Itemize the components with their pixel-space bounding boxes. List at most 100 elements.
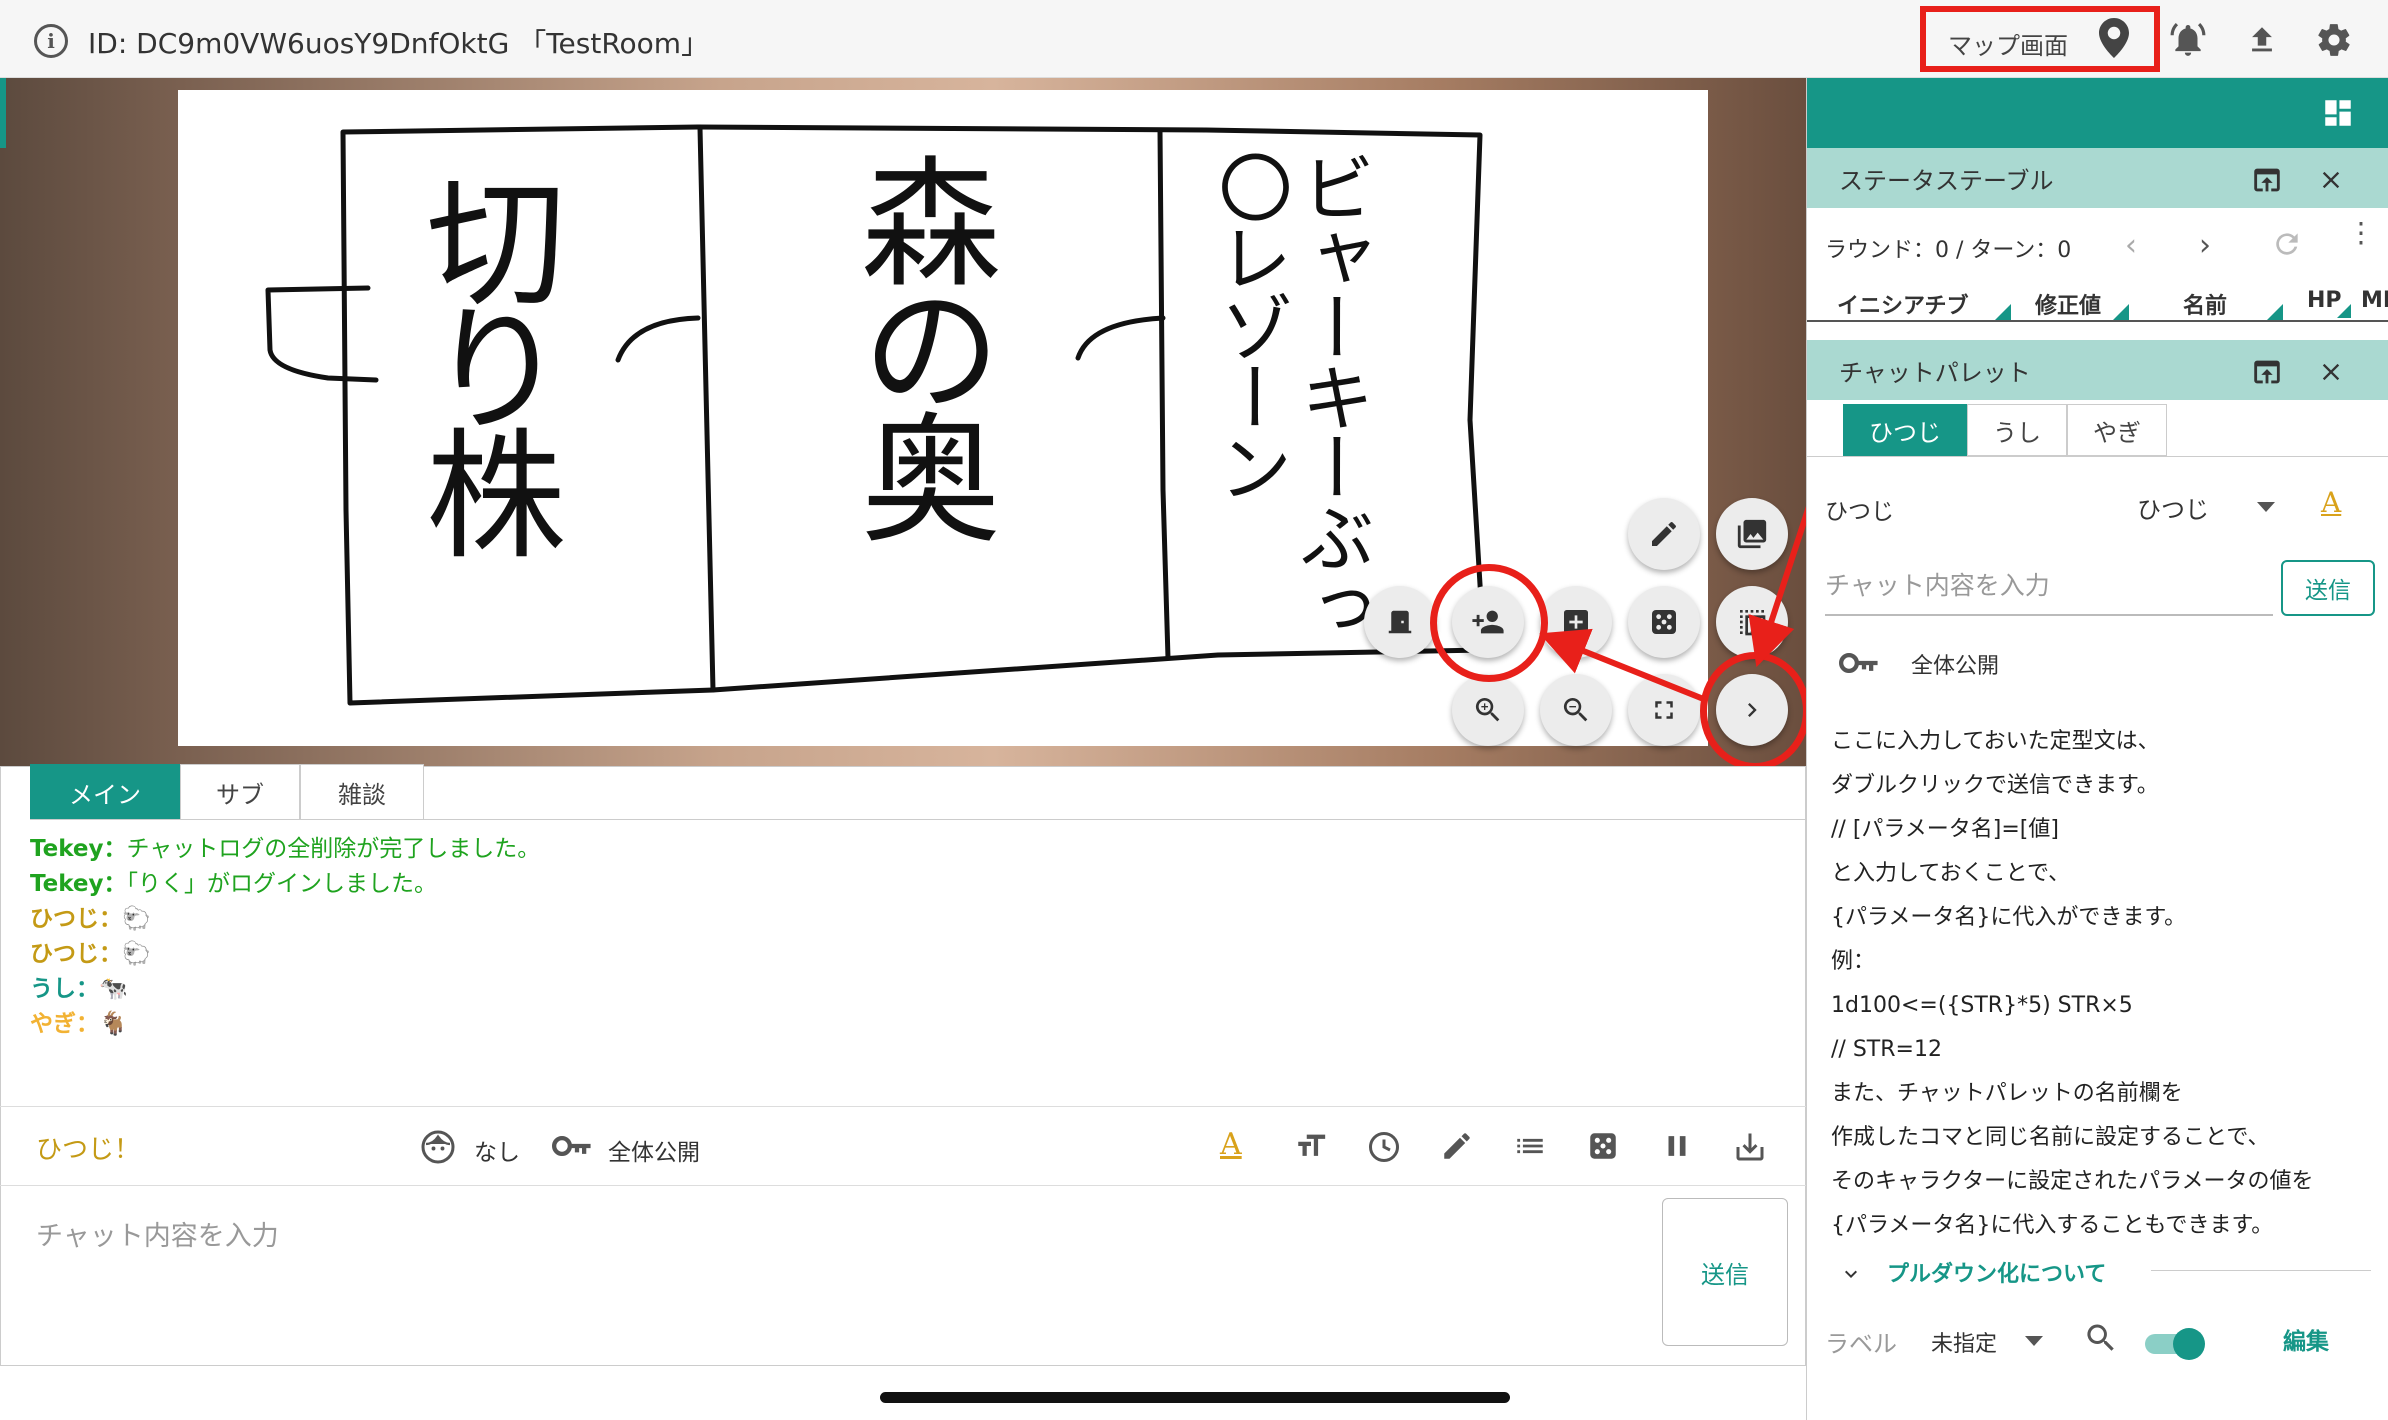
face-icon[interactable] bbox=[420, 1129, 456, 1165]
popout-icon[interactable] bbox=[2247, 160, 2287, 200]
chevron-down-icon[interactable] bbox=[2257, 502, 2275, 512]
palette-line[interactable]: と入力しておくことで、 bbox=[1831, 852, 2388, 896]
map-section-label: 切り株 bbox=[402, 170, 565, 548]
speaker-name[interactable]: ひつじ！ bbox=[36, 1129, 140, 1166]
dice-icon[interactable] bbox=[1628, 586, 1700, 658]
label-select[interactable]: 未指定 bbox=[1931, 1326, 1997, 1358]
send-button[interactable]: 送信 bbox=[1662, 1198, 1788, 1346]
popout-icon[interactable] bbox=[2247, 352, 2287, 392]
key-icon[interactable] bbox=[552, 1133, 592, 1159]
message-separator: ： bbox=[99, 941, 122, 967]
map-pin-icon bbox=[2092, 16, 2136, 60]
palette-line[interactable]: 作成したコマと同じ名前に設定することで、 bbox=[1831, 1116, 2388, 1160]
download-icon[interactable] bbox=[1732, 1129, 1768, 1165]
pencil-icon[interactable] bbox=[1440, 1129, 1474, 1163]
palette-line[interactable]: {パラメータ名}に代入することもできます。 bbox=[1831, 1204, 2388, 1248]
message-sender: Tekey bbox=[30, 836, 104, 862]
column-header[interactable]: 修正値 bbox=[2035, 288, 2101, 320]
palette-line[interactable]: // STR=12 bbox=[1831, 1028, 2388, 1072]
palette-tab-cow[interactable]: うし bbox=[1967, 404, 2067, 456]
list-icon[interactable] bbox=[1512, 1129, 1548, 1163]
palette-tabs: ひつじ うし やぎ bbox=[1843, 404, 2167, 456]
palette-name-select[interactable]: ひつじ bbox=[2137, 490, 2209, 525]
chevron-down-icon[interactable] bbox=[1839, 1262, 1863, 1286]
font-color-icon[interactable]: A bbox=[2321, 486, 2341, 519]
toggle-knob bbox=[2173, 1328, 2205, 1360]
map-screen-button[interactable]: マップ画面 bbox=[1920, 6, 2160, 72]
sort-indicator bbox=[2267, 304, 2283, 320]
palette-input[interactable]: チャット内容を入力 bbox=[1825, 566, 2273, 616]
fullscreen-icon[interactable] bbox=[1628, 674, 1700, 746]
more-icon[interactable]: ⋮ bbox=[2347, 219, 2375, 247]
text-size-icon[interactable] bbox=[1292, 1129, 1330, 1163]
door-icon[interactable] bbox=[1364, 586, 1436, 658]
chat-input-area[interactable] bbox=[0, 1188, 1650, 1358]
palette-line[interactable]: // [パラメータ名]=[値] bbox=[1831, 808, 2388, 852]
message-sender: Tekey bbox=[30, 871, 104, 897]
visibility-label[interactable]: 全体公開 bbox=[608, 1133, 700, 1167]
select-icon[interactable] bbox=[1716, 586, 1788, 658]
column-header[interactable]: MP bbox=[2361, 288, 2388, 313]
sort-indicator bbox=[2113, 304, 2129, 320]
info-icon[interactable]: i bbox=[34, 24, 68, 58]
pause-icon[interactable] bbox=[1660, 1129, 1694, 1163]
tab-sub[interactable]: サブ bbox=[180, 764, 300, 820]
zoom-in-icon[interactable] bbox=[1452, 674, 1524, 746]
map-screen-label: マップ画面 bbox=[1948, 32, 2068, 60]
message-text: チャットログの全削除が完了しました。 bbox=[126, 836, 541, 862]
column-header[interactable]: 名前 bbox=[2183, 288, 2227, 320]
chat-palette-header: チャットパレット bbox=[1807, 340, 2388, 400]
zoom-out-icon[interactable] bbox=[1540, 674, 1612, 746]
message-separator: ： bbox=[76, 1011, 99, 1037]
chat-message: うし：🐄 bbox=[30, 972, 1790, 1007]
next-icon[interactable]: › bbox=[2199, 228, 2211, 263]
chevron-down-icon[interactable] bbox=[2025, 1336, 2043, 1346]
bell-icon[interactable] bbox=[2164, 16, 2212, 64]
prev-icon[interactable]: ‹ bbox=[2125, 228, 2137, 263]
refresh-icon[interactable] bbox=[2271, 228, 2303, 260]
pencil-icon[interactable] bbox=[1628, 498, 1700, 570]
palette-line[interactable]: また、チャットパレットの名前欄を bbox=[1831, 1072, 2388, 1116]
close-icon[interactable] bbox=[2311, 352, 2351, 392]
filter-toggle[interactable] bbox=[2145, 1328, 2205, 1360]
search-icon[interactable] bbox=[2083, 1320, 2119, 1356]
tab-chat[interactable]: 雑談 bbox=[300, 764, 424, 820]
upload-icon[interactable] bbox=[2238, 16, 2286, 64]
message-text: 「りく」がログインしました。 bbox=[126, 871, 438, 897]
key-icon[interactable] bbox=[1839, 650, 1879, 676]
sidebar-top-strip bbox=[1807, 78, 2388, 148]
pulldown-label[interactable]: プルダウン化について bbox=[1887, 1256, 2106, 1288]
message-sender: やぎ bbox=[30, 1011, 76, 1037]
edit-button[interactable]: 編集 bbox=[2283, 1322, 2329, 1356]
image-icon[interactable] bbox=[1716, 498, 1788, 570]
add-box-icon[interactable] bbox=[1540, 586, 1612, 658]
highlight-ring bbox=[1430, 564, 1548, 682]
map-edge-accent bbox=[0, 78, 6, 148]
palette-line[interactable]: そのキャラクターに設定されたパラメータの値を bbox=[1831, 1160, 2388, 1204]
close-icon[interactable] bbox=[2311, 160, 2351, 200]
clock-icon[interactable] bbox=[1366, 1129, 1402, 1165]
palette-send-button[interactable]: 送信 bbox=[2281, 560, 2375, 616]
palette-visibility-label[interactable]: 全体公開 bbox=[1911, 648, 1999, 680]
palette-tab-goat[interactable]: やぎ bbox=[2067, 404, 2167, 456]
palette-tab-sheep[interactable]: ひつじ bbox=[1843, 404, 1967, 456]
top-bar: i ID: DC9m0VW6uosY9DnfOktG 「TestRoom」 マッ… bbox=[0, 0, 2388, 78]
palette-line[interactable]: 例： bbox=[1831, 940, 2388, 984]
dashboard-icon[interactable] bbox=[2321, 96, 2355, 130]
dice-icon[interactable] bbox=[1586, 1129, 1620, 1163]
chat-message: ひつじ：🐑 bbox=[30, 937, 1790, 972]
palette-text[interactable]: ここに入力しておいた定型文は、 ダブルクリックで送信できます。// [パラメータ名… bbox=[1831, 720, 2388, 1248]
message-separator: ： bbox=[99, 906, 122, 932]
tab-main[interactable]: メイン bbox=[30, 764, 180, 820]
gear-icon[interactable] bbox=[2310, 16, 2358, 64]
palette-line[interactable]: ここに入力しておいた定型文は、 bbox=[1831, 720, 2388, 764]
column-header[interactable]: イニシアチブ bbox=[1837, 288, 1969, 320]
palette-line[interactable]: ダブルクリックで送信できます。 bbox=[1831, 764, 2388, 808]
message-separator: ： bbox=[103, 836, 127, 862]
palette-line[interactable]: 1d100<=({STR}*5) STR×5 bbox=[1831, 984, 2388, 1028]
palette-line[interactable]: {パラメータ名}に代入ができます。 bbox=[1831, 896, 2388, 940]
right-sidebar: ステータステーブル ラウンド：0 / ターン：0 ‹ › ⋮ イニシアチブ 修正… bbox=[1806, 78, 2388, 1420]
palette-tab-underline bbox=[1807, 456, 2388, 457]
font-color-icon[interactable]: A bbox=[1220, 1127, 1242, 1162]
face-label[interactable]: なし bbox=[474, 1133, 520, 1167]
